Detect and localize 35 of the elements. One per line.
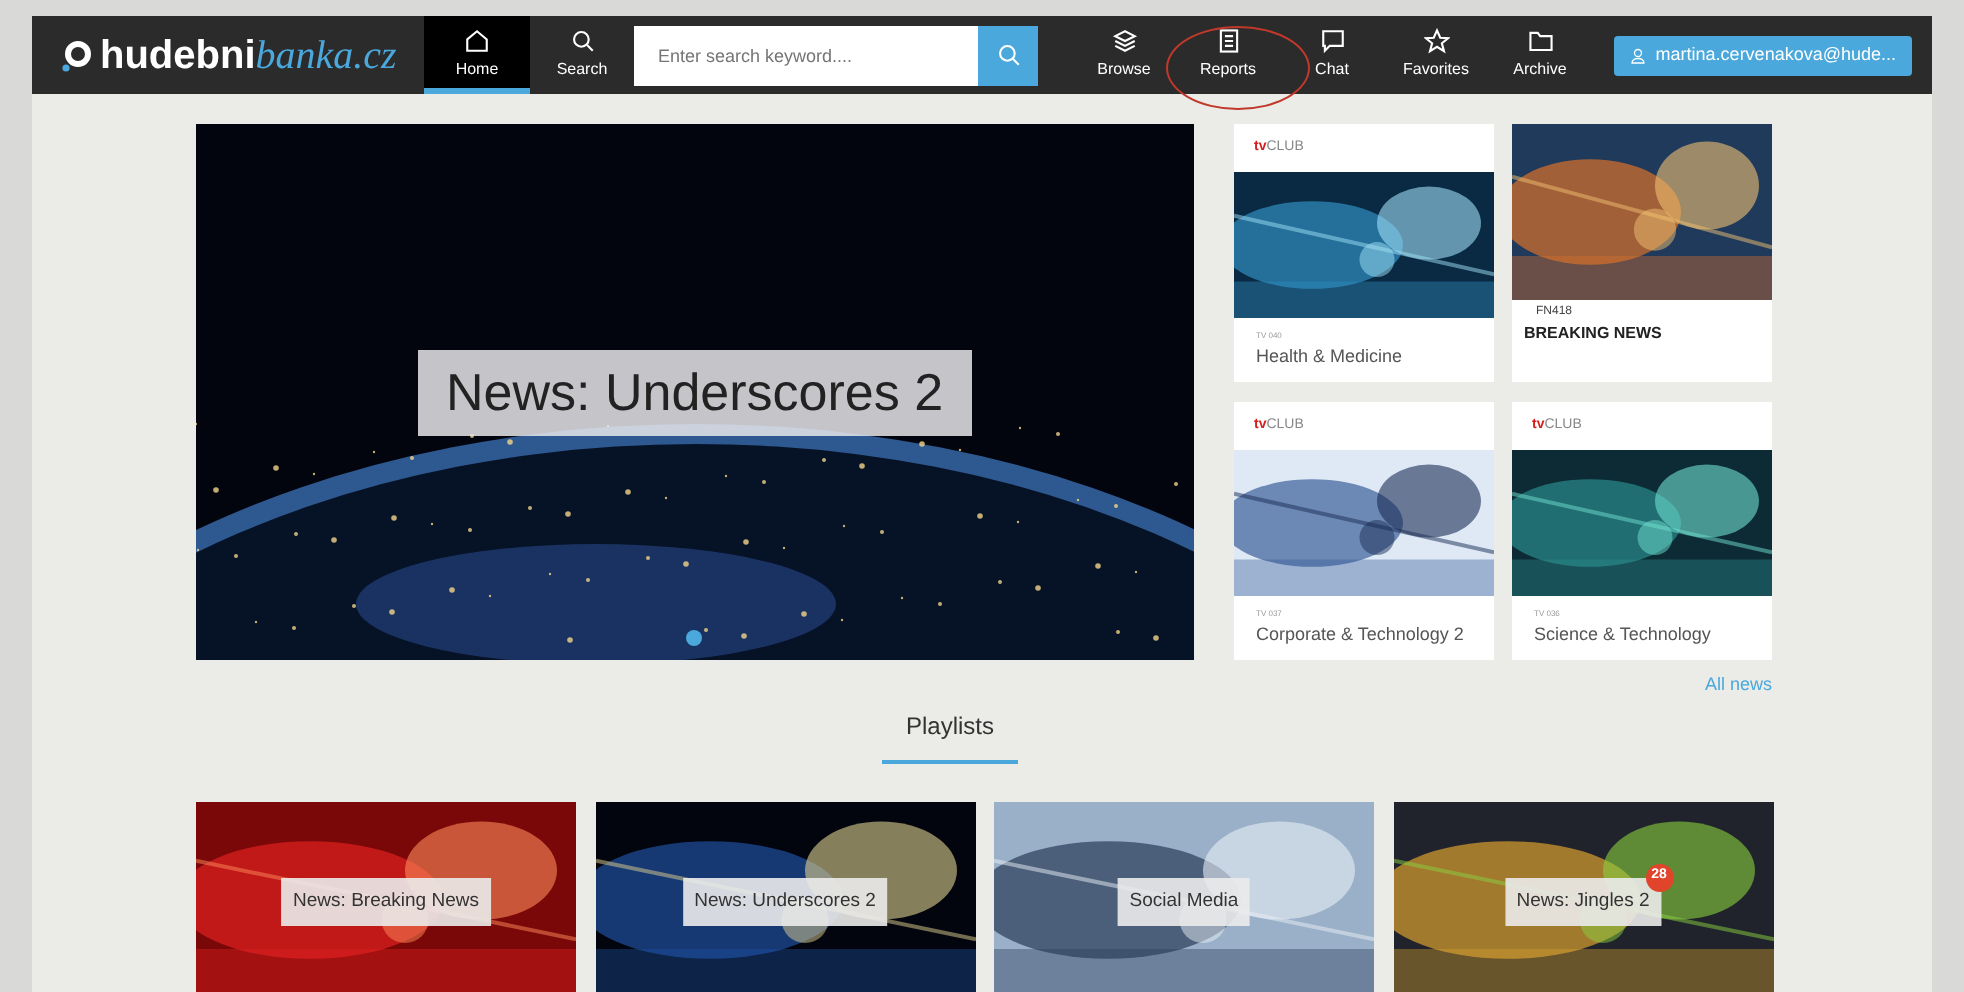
nav-tab[interactable]: Home <box>424 16 530 94</box>
nav-tab[interactable]: Browse <box>1072 16 1176 94</box>
section-tab[interactable]: Playlists <box>882 707 1018 763</box>
nav-tab[interactable]: Chat <box>1280 16 1384 94</box>
logo[interactable]: hudebnibanka.cz <box>32 16 424 94</box>
search-icon <box>569 28 595 54</box>
brand-name: hudebnibanka.cz <box>100 31 397 81</box>
document-icon <box>1215 28 1241 54</box>
home-icon <box>464 28 490 54</box>
album-title: Science & Technology <box>1532 621 1713 648</box>
playlist-title: News: Breaking News <box>281 877 491 926</box>
layers-icon <box>1111 28 1137 54</box>
album-title: Health & Medicine <box>1254 343 1405 369</box>
nav-tab[interactable]: Search <box>530 16 634 94</box>
star-icon <box>1423 28 1449 54</box>
hero-title: News: Underscores 2 <box>418 350 972 436</box>
playlist-title: News: Jingles 2 <box>1504 877 1662 926</box>
playlist-tile[interactable]: News: Breaking News <box>196 801 576 992</box>
playlist-tile[interactable]: Social Media <box>994 801 1374 992</box>
logo-icon <box>60 39 92 71</box>
search-icon <box>995 42 1021 68</box>
user-icon <box>1629 47 1646 63</box>
folder-icon <box>1527 28 1553 54</box>
hero-banner[interactable]: News: Underscores 2 <box>196 124 1194 660</box>
album-title: Corporate & Technology 2 <box>1254 621 1466 648</box>
playlist-tile[interactable]: News: Underscores 2 <box>595 801 975 992</box>
nav-tab[interactable]: Archive <box>1488 16 1592 94</box>
highlight-circle <box>1166 26 1310 110</box>
album-title: BREAKING NEWS <box>1522 322 1664 346</box>
playlist-title: Social Media <box>1117 877 1251 926</box>
search-field[interactable]: Enter search keyword.... <box>634 25 978 85</box>
chat-icon <box>1319 28 1345 54</box>
playlist-title: News: Underscores 2 <box>682 877 888 926</box>
nav-tab[interactable]: Favorites <box>1384 16 1488 94</box>
nav-tab[interactable]: Reports <box>1176 16 1280 94</box>
